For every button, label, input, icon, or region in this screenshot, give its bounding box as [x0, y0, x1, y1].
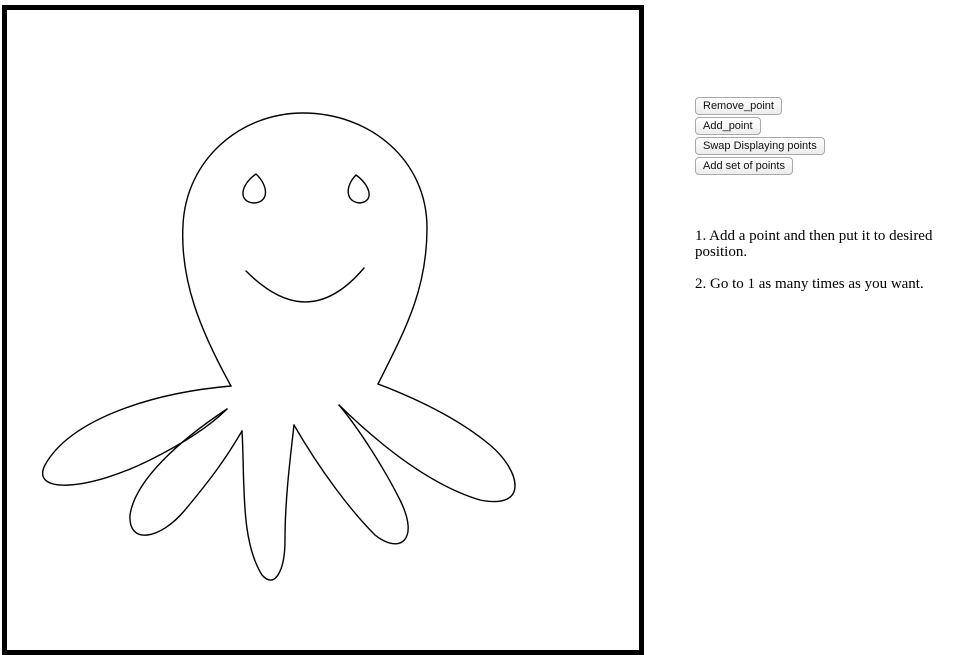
add-point-button[interactable]: Add_point [695, 117, 761, 135]
add-set-of-points-button[interactable]: Add set of points [695, 157, 793, 175]
swap-displaying-points-button[interactable]: Swap Displaying points [695, 137, 825, 155]
octopus-smile [245, 267, 365, 303]
octopus-tentacle-5 [338, 383, 516, 503]
instructions: 1. Add a point and then put it to desire… [695, 228, 961, 308]
octopus-tentacle-2 [129, 408, 243, 536]
instruction-step-1: 1. Add a point and then put it to desire… [695, 228, 933, 260]
octopus-tentacle-3 [241, 424, 295, 581]
octopus-tentacle-1 [42, 385, 232, 486]
drawing-canvas[interactable] [2, 5, 644, 655]
octopus-right-eye [347, 174, 370, 204]
octopus-head-outline [182, 112, 428, 387]
remove-point-button[interactable]: Remove_point [695, 97, 782, 115]
instruction-step-2: 2. Go to 1 as many times as you want. [695, 276, 924, 292]
octopus-left-eye [242, 173, 267, 204]
octopus-tentacle-4 [293, 404, 409, 545]
toolbar: Remove_point Add_point Swap Displaying p… [695, 97, 825, 175]
octopus-drawing [42, 112, 516, 581]
